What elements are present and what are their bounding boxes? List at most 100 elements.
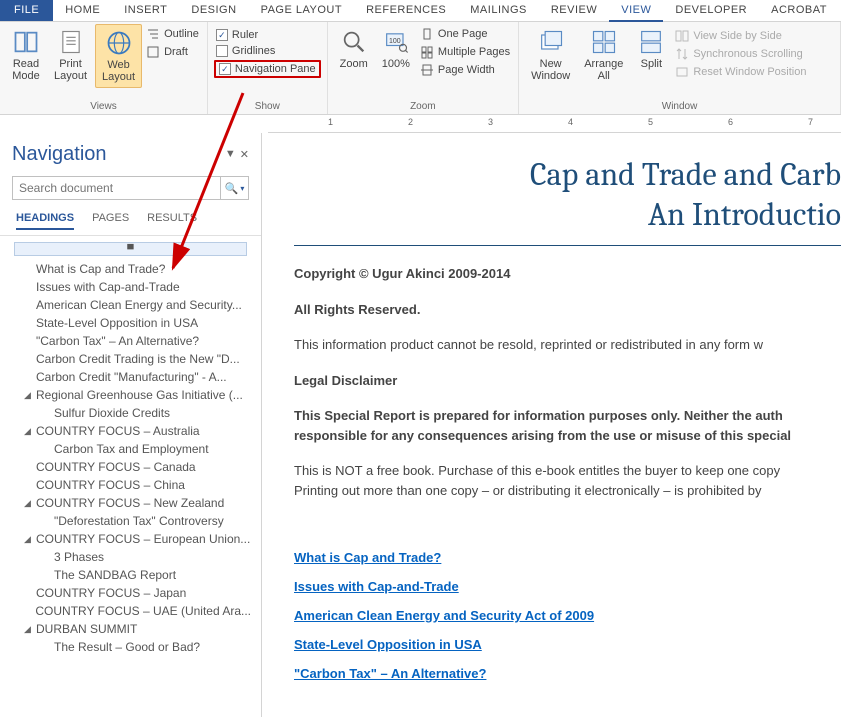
nav-heading-item[interactable]: ◢DURBAN SUMMIT bbox=[6, 620, 255, 638]
toc-link[interactable]: State-Level Opposition in USA bbox=[294, 637, 841, 652]
sync-scroll-icon bbox=[675, 47, 689, 61]
caret-icon: ◢ bbox=[24, 624, 34, 635]
arrange-all-button[interactable]: Arrange All bbox=[578, 24, 629, 86]
new-window-icon bbox=[537, 28, 565, 56]
checkbox-unchecked-icon bbox=[216, 45, 228, 57]
tab-mailings[interactable]: MAILINGS bbox=[458, 0, 539, 21]
ruler-checkbox[interactable]: ✓ Ruler bbox=[214, 28, 321, 42]
nav-heading-item[interactable]: COUNTRY FOCUS – Canada bbox=[6, 458, 255, 476]
tab-results[interactable]: RESULTS bbox=[147, 208, 197, 229]
tab-view[interactable]: VIEW bbox=[609, 0, 663, 22]
para-disclaimer: This Special Report is prepared for info… bbox=[294, 406, 841, 445]
one-page-button[interactable]: One Page bbox=[418, 26, 512, 42]
document-area[interactable]: Cap and Trade and Carb An Introductio Co… bbox=[262, 133, 841, 717]
ribbon-group-zoom: Zoom 100 100% One Page Multiple Pages bbox=[328, 22, 519, 114]
nav-heading-label: COUNTRY FOCUS – New Zealand bbox=[36, 496, 224, 510]
nav-heading-item[interactable]: ◢COUNTRY FOCUS – New Zealand bbox=[6, 494, 255, 512]
nav-heading-label: The Result – Good or Bad? bbox=[54, 640, 200, 654]
print-layout-button[interactable]: Print Layout bbox=[48, 24, 93, 86]
nav-heading-label: COUNTRY FOCUS – Canada bbox=[36, 460, 196, 474]
navpane-options-icon[interactable]: ▼ bbox=[225, 148, 236, 161]
horizontal-ruler[interactable]: 1 2 3 4 5 6 7 bbox=[268, 115, 841, 133]
nav-heading-item[interactable]: Issues with Cap-and-Trade bbox=[6, 278, 255, 296]
reset-window-button: Reset Window Position bbox=[673, 64, 808, 80]
nav-heading-item[interactable]: 3 Phases bbox=[6, 548, 255, 566]
tab-references[interactable]: REFERENCES bbox=[354, 0, 458, 21]
nav-heading-label: Issues with Cap-and-Trade bbox=[36, 280, 180, 294]
toc-link[interactable]: Issues with Cap-and-Trade bbox=[294, 579, 841, 594]
nav-heading-label: COUNTRY FOCUS – China bbox=[36, 478, 185, 492]
ribbon-group-views: Read Mode Print Layout Web Layout Outlin… bbox=[0, 22, 208, 114]
new-window-button[interactable]: New Window bbox=[525, 24, 576, 86]
nav-heading-item[interactable]: COUNTRY FOCUS – UAE (United Ara... bbox=[6, 602, 255, 620]
nav-heading-item[interactable]: American Clean Energy and Security... bbox=[6, 296, 255, 314]
nav-heading-item[interactable]: Sulfur Dioxide Credits bbox=[6, 404, 255, 422]
nav-heading-item[interactable]: "Carbon Tax" – An Alternative? bbox=[6, 332, 255, 350]
tab-insert[interactable]: INSERT bbox=[112, 0, 179, 21]
search-input[interactable] bbox=[13, 177, 220, 199]
tab-headings[interactable]: HEADINGS bbox=[16, 208, 74, 230]
read-mode-button[interactable]: Read Mode bbox=[6, 24, 46, 86]
para-info: This information product cannot be resol… bbox=[294, 335, 841, 355]
sync-scroll-button: Synchronous Scrolling bbox=[673, 46, 808, 62]
nav-heading-item[interactable]: ◢Regional Greenhouse Gas Initiative (... bbox=[6, 386, 255, 404]
nav-heading-item[interactable]: "Deforestation Tax" Controversy bbox=[6, 512, 255, 530]
nav-heading-item[interactable]: Carbon Tax and Employment bbox=[6, 440, 255, 458]
para-notfree: This is NOT a free book. Purchase of thi… bbox=[294, 461, 841, 500]
nav-heading-item[interactable]: State-Level Opposition in USA bbox=[6, 314, 255, 332]
nav-heading-label: COUNTRY FOCUS – Japan bbox=[36, 586, 186, 600]
file-tab[interactable]: FILE bbox=[0, 0, 53, 21]
nav-heading-item[interactable]: The Result – Good or Bad? bbox=[6, 638, 255, 656]
nav-heading-item[interactable]: COUNTRY FOCUS – China bbox=[6, 476, 255, 494]
page-width-icon bbox=[420, 63, 434, 77]
multiple-pages-button[interactable]: Multiple Pages bbox=[418, 44, 512, 60]
nav-heading-label: The SANDBAG Report bbox=[54, 568, 176, 582]
navpane-close-icon[interactable]: ✕ bbox=[240, 148, 249, 161]
toc-link[interactable]: What is Cap and Trade? bbox=[294, 550, 841, 565]
draft-icon bbox=[146, 45, 160, 59]
svg-text:100: 100 bbox=[389, 38, 401, 45]
nav-heading-item[interactable]: COUNTRY FOCUS – Japan bbox=[6, 584, 255, 602]
split-icon bbox=[637, 28, 665, 56]
nav-heading-item[interactable]: ◢COUNTRY FOCUS – European Union... bbox=[6, 530, 255, 548]
nav-heading-item[interactable]: The SANDBAG Report bbox=[6, 566, 255, 584]
nav-heading-item[interactable]: What is Cap and Trade? bbox=[6, 260, 255, 278]
chevron-down-icon: ▾ bbox=[240, 184, 244, 193]
page-width-button[interactable]: Page Width bbox=[418, 62, 512, 78]
tab-design[interactable]: DESIGN bbox=[179, 0, 248, 21]
ribbon-group-show: ✓ Ruler Gridlines ✓ Navigation Pane Show bbox=[208, 22, 328, 114]
outline-button[interactable]: Outline bbox=[144, 26, 201, 42]
view-side-by-side-button: View Side by Side bbox=[673, 28, 808, 44]
toc-link[interactable]: "Carbon Tax" – An Alternative? bbox=[294, 666, 841, 681]
toc-link[interactable]: American Clean Energy and Security Act o… bbox=[294, 608, 841, 623]
navigation-pane-checkbox[interactable]: ✓ Navigation Pane bbox=[214, 60, 321, 78]
nav-heading-label: 3 Phases bbox=[54, 550, 104, 564]
zoom-button[interactable]: Zoom bbox=[334, 24, 374, 74]
tab-pages[interactable]: PAGES bbox=[92, 208, 129, 229]
nav-jump-top[interactable]: ▀ bbox=[14, 242, 247, 256]
draft-button[interactable]: Draft bbox=[144, 44, 201, 60]
nav-heading-item[interactable]: ◢COUNTRY FOCUS – Australia bbox=[6, 422, 255, 440]
caret-icon: ◢ bbox=[24, 498, 34, 509]
tab-developer[interactable]: DEVELOPER bbox=[663, 0, 759, 21]
navigation-pane: Navigation ▼ ✕ 🔍 ▾ HEADINGS PAGES RESULT… bbox=[0, 133, 262, 717]
zoom-group-label: Zoom bbox=[334, 99, 512, 114]
read-mode-icon bbox=[12, 28, 40, 56]
main-area: Navigation ▼ ✕ 🔍 ▾ HEADINGS PAGES RESULT… bbox=[0, 133, 841, 717]
search-button[interactable]: 🔍 ▾ bbox=[220, 177, 248, 199]
legal-heading: Legal Disclaimer bbox=[294, 371, 841, 391]
multiple-pages-icon bbox=[420, 45, 434, 59]
rights-text: All Rights Reserved. bbox=[294, 300, 841, 320]
gridlines-checkbox[interactable]: Gridlines bbox=[214, 44, 321, 58]
tab-home[interactable]: HOME bbox=[53, 0, 112, 21]
nav-heading-item[interactable]: Carbon Credit Trading is the New "D... bbox=[6, 350, 255, 368]
zoom-100-button[interactable]: 100 100% bbox=[376, 24, 416, 74]
web-layout-button[interactable]: Web Layout bbox=[95, 24, 142, 88]
nav-heading-item[interactable]: Carbon Credit "Manufacturing" - A... bbox=[6, 368, 255, 386]
tab-acrobat[interactable]: ACROBAT bbox=[759, 0, 839, 21]
show-group-label: Show bbox=[214, 99, 321, 114]
tab-review[interactable]: REVIEW bbox=[539, 0, 609, 21]
split-button[interactable]: Split bbox=[631, 24, 671, 74]
title-rule bbox=[294, 245, 841, 246]
tab-page-layout[interactable]: PAGE LAYOUT bbox=[249, 0, 355, 21]
